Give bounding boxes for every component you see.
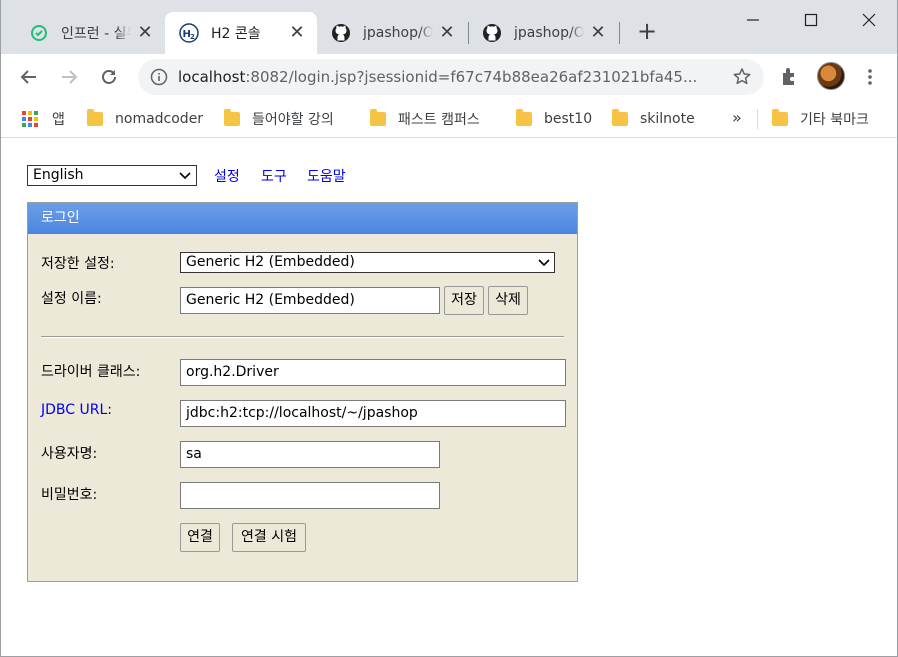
github-icon: [482, 23, 502, 43]
minimize-icon[interactable]: [741, 8, 765, 32]
save-button[interactable]: 저장: [444, 286, 484, 315]
setting-name-label: 설정 이름:: [41, 291, 102, 307]
username-label: 사용자명:: [41, 446, 98, 462]
bookmarks-overflow-button[interactable]: »: [732, 108, 742, 127]
more-menu-icon[interactable]: [863, 67, 877, 87]
close-icon[interactable]: ✕: [287, 23, 307, 43]
jdbc-url-link[interactable]: JDBC URL: [41, 402, 107, 418]
saved-settings-select[interactable]: Generic H2 (Embedded): [180, 252, 555, 273]
bookmark-label: 앱: [52, 112, 65, 128]
h2-icon: H2: [179, 23, 199, 43]
folder-icon: [772, 109, 788, 126]
address-bar[interactable]: localhost:8082/login.jsp?jsessionid=f67c…: [138, 59, 764, 95]
url-host: localhost: [178, 68, 246, 86]
password-label: 비밀번호:: [41, 487, 98, 503]
close-icon[interactable]: ✕: [437, 23, 457, 43]
bookmark-folder[interactable]: 들어야할 강의: [224, 109, 334, 129]
reload-icon[interactable]: [95, 63, 123, 91]
login-panel: 로그인 저장한 설정: Generic H2 (Embedded) 설정 이름:…: [27, 202, 578, 582]
bookmark-star-icon[interactable]: [732, 67, 752, 91]
test-connection-button[interactable]: 연결 시험: [232, 523, 306, 552]
folder-icon: [612, 109, 628, 126]
github-icon: [331, 23, 351, 43]
saved-settings-value: Generic H2 (Embedded): [186, 254, 355, 270]
bookmark-other-folder[interactable]: 기타 북마크: [772, 109, 869, 129]
apps-grid-icon: [22, 111, 38, 127]
saved-settings-label: 저장한 설정:: [41, 256, 115, 272]
tab-jpashop-1[interactable]: jpashop/O ✕: [317, 12, 467, 54]
bookmark-label: nomadcoder: [115, 111, 204, 127]
bookmarks-separator: [757, 109, 758, 129]
tab-label: jpashop/O: [514, 25, 584, 41]
jdbc-url-label: JDBC URL:: [41, 402, 112, 418]
info-icon[interactable]: [150, 68, 168, 86]
tab-h2-console[interactable]: H2 H2 콘솔 ✕: [165, 12, 317, 54]
chevron-down-icon: [538, 256, 550, 275]
close-icon[interactable]: ✕: [135, 23, 155, 43]
bookmark-label: best10: [544, 111, 593, 127]
password-input[interactable]: [180, 482, 440, 509]
bookmark-folder[interactable]: skilnote: [612, 109, 695, 129]
tab-inflearn[interactable]: 인프런 - 실무 ✕: [15, 12, 165, 54]
bookmarks-bar: 앱 nomadcoder 들어야할 강의 패스트 캠퍼스 best10 skil…: [1, 100, 897, 138]
browser-window: 인프런 - 실무 ✕ H2 H2 콘솔 ✕ jpashop/O ✕ jpasho…: [0, 0, 898, 657]
language-value: English: [33, 167, 84, 183]
link-help[interactable]: 도움말: [307, 166, 346, 186]
bookmark-label: 패스트 캠퍼스: [398, 112, 480, 128]
close-icon[interactable]: ✕: [588, 23, 608, 43]
new-tab-button[interactable]: +: [635, 19, 659, 44]
bookmark-folder[interactable]: nomadcoder: [87, 109, 203, 129]
window-close-icon[interactable]: [857, 8, 881, 32]
back-icon[interactable]: [15, 63, 43, 91]
tab-strip: 인프런 - 실무 ✕ H2 H2 콘솔 ✕ jpashop/O ✕ jpasho…: [1, 0, 897, 54]
folder-icon: [516, 109, 532, 126]
tab-label: H2 콘솔: [211, 26, 261, 42]
tab-separator: [619, 22, 620, 44]
driver-class-label: 드라이버 클래스:: [41, 364, 141, 380]
folder-icon: [87, 109, 103, 126]
forward-icon[interactable]: [55, 63, 83, 91]
inflearn-icon: [29, 23, 49, 43]
link-tools[interactable]: 도구: [261, 166, 287, 186]
bookmark-label: 기타 북마크: [800, 112, 869, 128]
bookmark-folder[interactable]: 패스트 캠퍼스: [370, 109, 480, 129]
chevron-down-icon: [179, 169, 191, 188]
folder-icon: [224, 109, 240, 126]
jdbc-url-colon: :: [107, 402, 112, 418]
link-settings[interactable]: 설정: [214, 166, 240, 186]
svg-text:2: 2: [190, 33, 195, 41]
language-select[interactable]: English: [27, 165, 197, 186]
maximize-icon[interactable]: [799, 8, 823, 32]
tab-jpashop-2[interactable]: jpashop/O ✕: [468, 12, 618, 54]
driver-class-input[interactable]: org.h2.Driver: [180, 359, 566, 386]
login-title: 로그인: [28, 203, 577, 234]
browser-toolbar: localhost:8082/login.jsp?jsessionid=f67c…: [1, 54, 897, 100]
page-content: English 설정 도구 도움말 로그인 저장한 설정: Generic H2…: [1, 139, 897, 656]
setting-name-input[interactable]: Generic H2 (Embedded): [180, 287, 440, 314]
bookmark-label: skilnote: [640, 111, 695, 127]
jdbc-url-input[interactable]: jdbc:h2:tcp://localhost/~/jpashop: [180, 400, 566, 427]
extensions-icon[interactable]: [779, 65, 801, 91]
bookmark-apps[interactable]: 앱: [22, 109, 65, 129]
username-input[interactable]: sa: [180, 441, 440, 468]
profile-avatar[interactable]: [817, 62, 845, 90]
tab-label: jpashop/O: [363, 25, 433, 41]
connect-button[interactable]: 연결: [180, 523, 220, 552]
divider: [41, 336, 564, 338]
bookmark-label: 들어야할 강의: [252, 112, 334, 128]
folder-icon: [370, 109, 386, 126]
url-text: localhost:8082/login.jsp?jsessionid=f67c…: [178, 68, 718, 86]
url-path: :8082/login.jsp?jsessionid=f67c74b88ea26…: [245, 68, 698, 86]
delete-button[interactable]: 삭제: [488, 286, 528, 315]
tab-label: 인프런 - 실무: [61, 26, 131, 42]
bookmark-folder[interactable]: best10: [516, 109, 592, 129]
